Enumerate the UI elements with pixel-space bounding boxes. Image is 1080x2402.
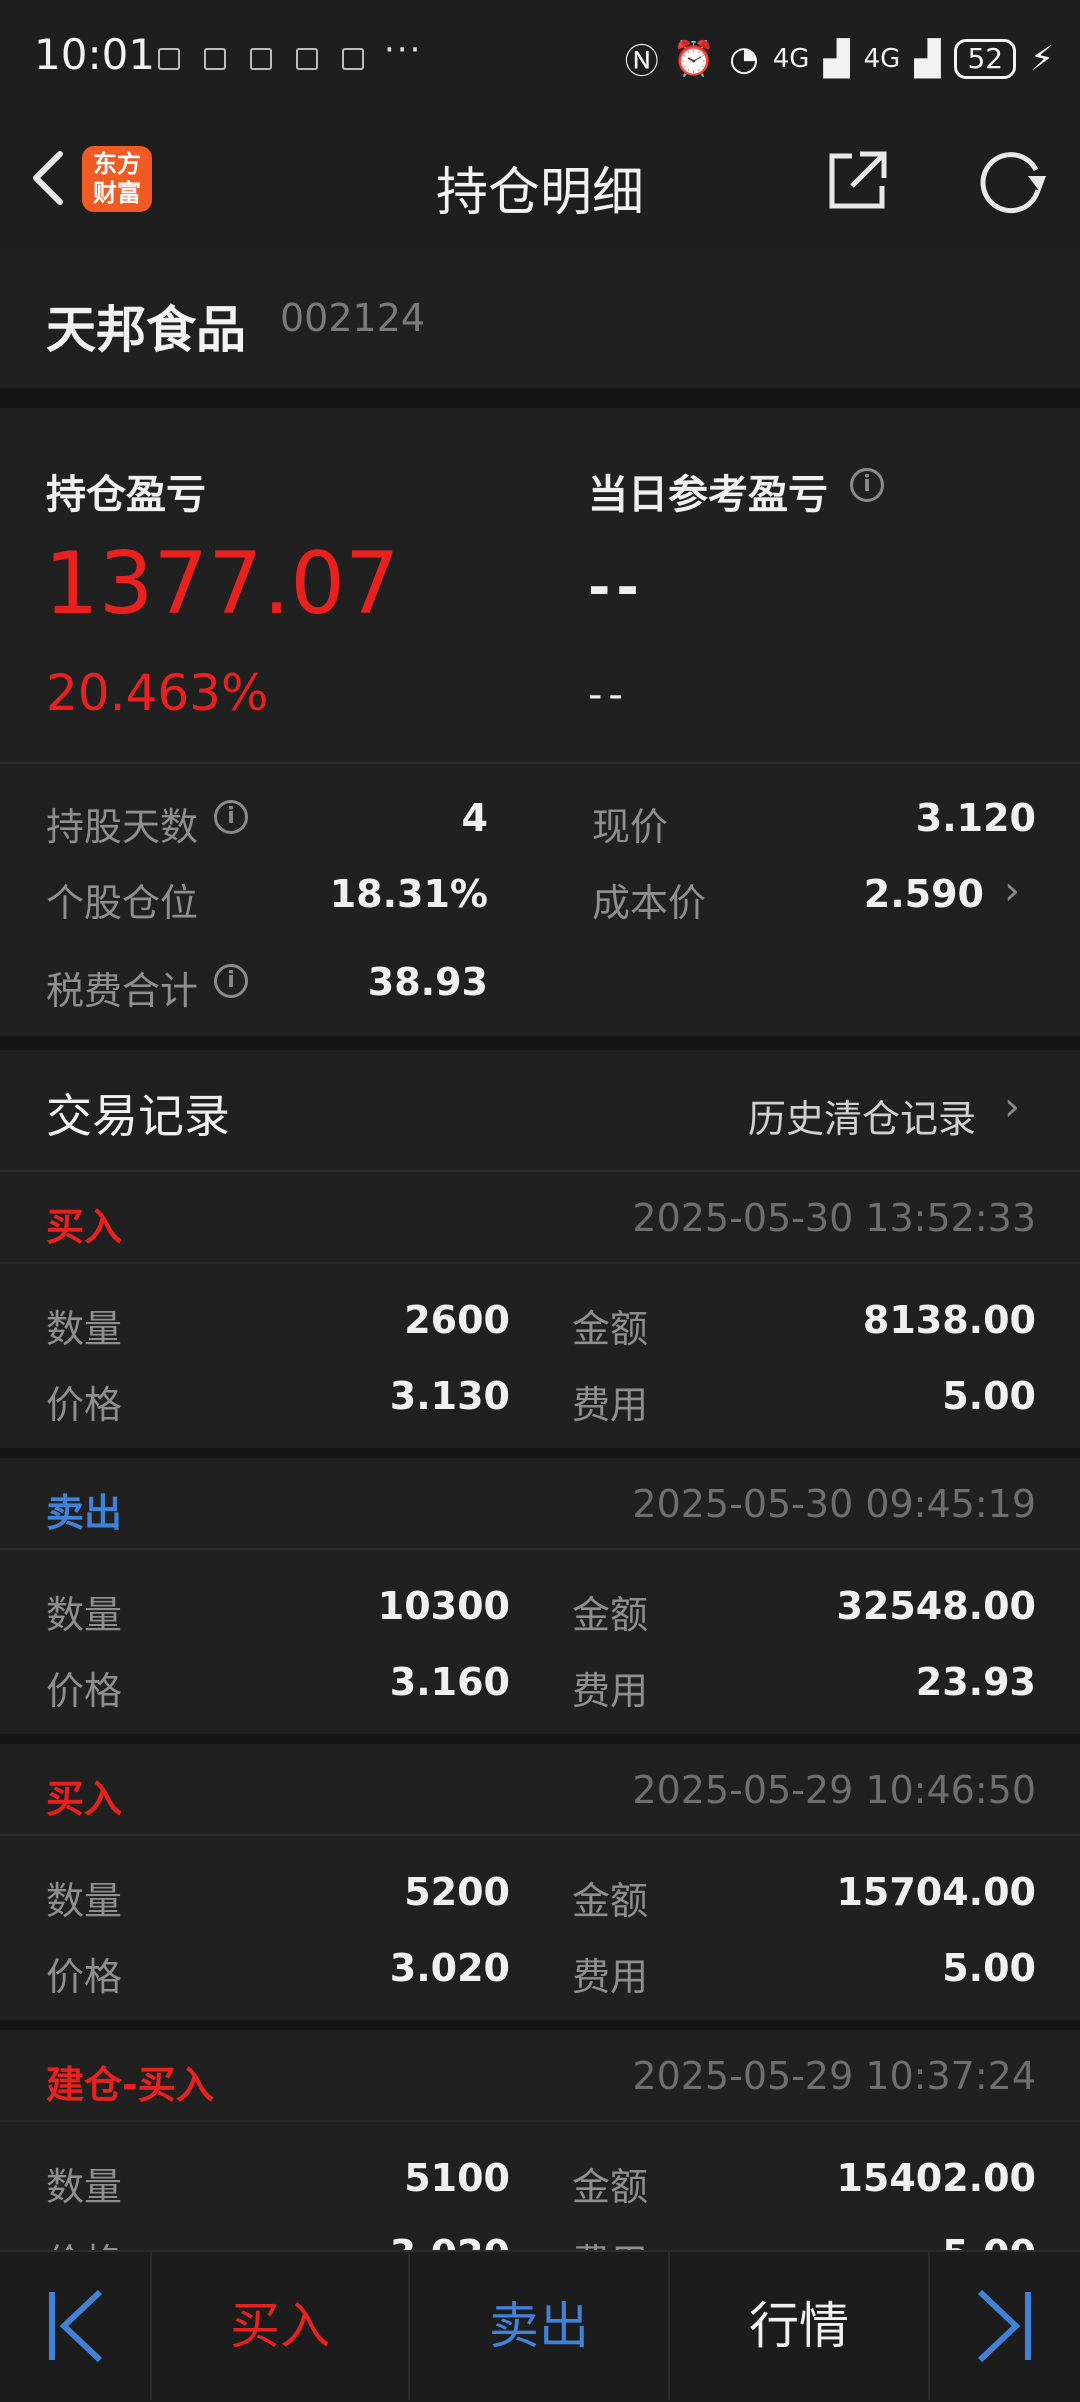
trade-type: 买入 xyxy=(46,1777,123,1821)
nfc-icon: Ⓝ xyxy=(624,42,659,82)
amount-value: 32548.00 xyxy=(836,1584,1036,1628)
price-value: 3.130 xyxy=(389,1374,510,1418)
status-icons: Ⓝ ⏰ ◔ 4G ▟ 4G ▟ 52 ⚡ xyxy=(625,34,1054,83)
price-value: 3.160 xyxy=(389,1660,510,1704)
signal-icon: ▟ xyxy=(823,38,850,79)
divider xyxy=(0,2120,1080,2122)
position-ratio-value: 18.31% xyxy=(329,872,488,916)
divider xyxy=(0,1734,1080,1744)
wifi-icon: ◔ xyxy=(729,38,759,79)
daily-profit-label: 当日参考盈亏 xyxy=(588,472,828,518)
quantity-label: 数量 xyxy=(46,1593,123,1637)
divider xyxy=(928,2252,930,2400)
notification-icon xyxy=(296,48,318,70)
hold-profit-label: 持仓盈亏 xyxy=(46,472,206,518)
divider xyxy=(0,1448,1080,1458)
status-time: 10:01 xyxy=(34,30,156,79)
daily-profit-percent: -- xyxy=(588,672,629,718)
quantity-value: 2600 xyxy=(404,1298,510,1342)
stock-code: 002124 xyxy=(280,296,426,340)
sell-button[interactable]: 卖出 xyxy=(410,2252,668,2400)
fee-label: 费用 xyxy=(572,1955,649,1999)
amount-label: 金额 xyxy=(572,1879,649,1923)
info-icon[interactable]: i xyxy=(214,800,248,834)
trade-type: 卖出 xyxy=(46,1491,123,1535)
more-notifications-icon: ··· xyxy=(384,30,423,70)
quantity-value: 10300 xyxy=(377,1584,510,1628)
fee-label: 费用 xyxy=(572,1669,649,1713)
history-clearance-link[interactable]: 历史清仓记录 xyxy=(748,1088,976,1143)
price-value: 3.020 xyxy=(389,1946,510,1990)
fee-value: 5.00 xyxy=(942,1946,1036,1990)
battery-indicator: 52 xyxy=(954,38,1017,79)
trade-time: 2025-05-30 13:52:33 xyxy=(632,1196,1036,1240)
price-label: 价格 xyxy=(46,1955,123,1999)
cost-price-label[interactable]: 成本价 xyxy=(592,872,706,927)
amount-value: 8138.00 xyxy=(862,1298,1036,1342)
trade-time: 2025-05-29 10:46:50 xyxy=(632,1768,1036,1812)
hold-profit-percent: 20.463% xyxy=(46,664,269,722)
info-icon[interactable]: i xyxy=(850,468,884,502)
notification-icon xyxy=(342,48,364,70)
hold-days-label: 持股天数 xyxy=(46,805,199,849)
stock-name: 天邦食品 xyxy=(46,301,246,359)
current-price-value: 3.120 xyxy=(915,796,1036,840)
signal-4g-label-2: 4G xyxy=(863,43,901,74)
previous-stock-icon[interactable] xyxy=(44,2286,108,2366)
signal-4g-label: 4G xyxy=(772,43,810,74)
trade-records-title: 交易记录 xyxy=(46,1089,230,1143)
fee-value: 23.93 xyxy=(915,1660,1036,1704)
quantity-label: 数量 xyxy=(46,1307,123,1351)
amount-label: 金额 xyxy=(572,1593,649,1637)
notification-icon xyxy=(204,48,226,70)
quantity-label: 数量 xyxy=(46,2165,123,2209)
hold-days-value: 4 xyxy=(461,796,488,840)
cost-price-value[interactable]: 2.590 xyxy=(780,872,984,916)
divider xyxy=(0,1036,1080,1050)
tax-fee-total-label: 税费合计 xyxy=(46,969,199,1013)
signal-icon: ▟ xyxy=(914,38,941,79)
share-icon[interactable] xyxy=(826,148,890,212)
divider xyxy=(0,762,1080,764)
amount-value: 15704.00 xyxy=(836,1870,1036,1914)
notification-icon xyxy=(158,48,180,70)
divider xyxy=(0,2020,1080,2030)
tax-fee-total-value: 38.93 xyxy=(367,960,488,1004)
trade-time: 2025-05-29 10:37:24 xyxy=(632,2054,1036,2098)
fee-label: 费用 xyxy=(572,1383,649,1427)
market-button[interactable]: 行情 xyxy=(670,2252,928,2400)
chevron-right-icon[interactable]: › xyxy=(1004,868,1020,914)
current-price-label: 现价 xyxy=(592,805,669,849)
next-stock-icon[interactable] xyxy=(972,2286,1036,2366)
divider xyxy=(0,1548,1080,1550)
trade-time: 2025-05-30 09:45:19 xyxy=(632,1482,1036,1526)
amount-value: 15402.00 xyxy=(836,2156,1036,2200)
chevron-right-icon[interactable]: › xyxy=(1004,1084,1020,1130)
quantity-value: 5200 xyxy=(404,1870,510,1914)
refresh-icon[interactable] xyxy=(978,146,1048,214)
info-icon[interactable]: i xyxy=(214,964,248,998)
fee-value: 5.00 xyxy=(942,1374,1036,1418)
page-title: 持仓明细 xyxy=(435,163,644,223)
divider xyxy=(0,1262,1080,1264)
amount-label: 金额 xyxy=(572,2165,649,2209)
price-label: 价格 xyxy=(46,1383,123,1427)
buy-button[interactable]: 买入 xyxy=(152,2252,408,2400)
amount-label: 金额 xyxy=(572,1307,649,1351)
hold-profit-value: 1377.07 xyxy=(44,534,400,634)
quantity-label: 数量 xyxy=(46,1879,123,1923)
divider xyxy=(0,388,1080,408)
trade-type: 买入 xyxy=(46,1205,123,1249)
price-label: 价格 xyxy=(46,1669,123,1713)
charging-icon: ⚡ xyxy=(1030,38,1054,79)
quantity-value: 5100 xyxy=(404,2156,510,2200)
divider xyxy=(0,1834,1080,1836)
alarm-icon: ⏰ xyxy=(672,38,716,79)
notification-icon xyxy=(250,48,272,70)
trade-type: 建仓-买入 xyxy=(46,2063,214,2107)
daily-profit-value: -- xyxy=(588,556,645,619)
position-ratio-label: 个股仓位 xyxy=(46,881,199,925)
